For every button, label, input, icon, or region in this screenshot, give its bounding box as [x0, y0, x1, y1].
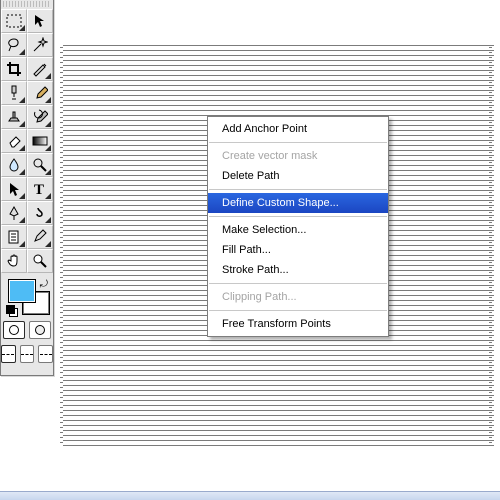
menu-item[interactable]: Delete Path	[208, 166, 388, 186]
zoom-tool[interactable]	[27, 249, 53, 273]
palette-grip[interactable]	[3, 1, 51, 7]
lasso-tool[interactable]	[1, 33, 27, 57]
menu-separator	[209, 142, 387, 143]
brush-tool[interactable]	[27, 81, 53, 105]
pen-tool[interactable]	[1, 201, 27, 225]
rect-marquee-tool[interactable]	[1, 9, 27, 33]
eyedropper-tool[interactable]	[27, 225, 53, 249]
standard-mode-button[interactable]	[3, 321, 25, 339]
context-menu[interactable]: Add Anchor Point Create vector maskDelete…	[207, 116, 389, 337]
mode-switch	[1, 321, 53, 339]
slice-tool[interactable]	[27, 57, 53, 81]
menu-item: Clipping Path...	[208, 287, 388, 307]
screen-mode-switch	[1, 345, 53, 363]
menu-item[interactable]: Stroke Path...	[208, 260, 388, 280]
swap-colors-icon[interactable]: ⤾	[40, 279, 48, 290]
magic-wand-tool[interactable]	[27, 33, 53, 57]
horizontal-lines-right-edge	[489, 47, 492, 445]
type-tool[interactable]: T	[27, 177, 53, 201]
move-tool[interactable]	[27, 9, 53, 33]
screen-mode-standard[interactable]	[1, 345, 16, 363]
menu-item[interactable]: Add Anchor Point	[208, 119, 388, 139]
horizontal-lines-left-edge	[60, 47, 63, 447]
default-colors-icon[interactable]	[6, 305, 18, 317]
history-brush-tool[interactable]	[27, 105, 53, 129]
menu-item[interactable]: Make Selection...	[208, 220, 388, 240]
path-selection-tool[interactable]	[1, 177, 27, 201]
tools-palette[interactable]: T ⤾	[0, 0, 54, 376]
notes-tool[interactable]	[1, 225, 27, 249]
quickmask-mode-button[interactable]	[29, 321, 51, 339]
screen-mode-full-menu[interactable]	[20, 345, 35, 363]
taskbar-edge	[0, 491, 500, 500]
healing-brush-tool[interactable]	[1, 81, 27, 105]
svg-text:T: T	[34, 182, 44, 197]
dodge-tool[interactable]	[27, 153, 53, 177]
menu-separator	[209, 283, 387, 284]
menu-separator	[209, 310, 387, 311]
clone-stamp-tool[interactable]	[1, 105, 27, 129]
menu-item: Create vector mask	[208, 146, 388, 166]
menu-item[interactable]: Define Custom Shape...	[208, 193, 388, 213]
screen-mode-full[interactable]	[38, 345, 53, 363]
eraser-tool[interactable]	[1, 129, 27, 153]
hand-tool[interactable]	[1, 249, 27, 273]
foreground-color-swatch[interactable]	[8, 279, 36, 303]
menu-item[interactable]: Free Transform Points	[208, 314, 388, 334]
color-swatches[interactable]: ⤾	[4, 277, 50, 317]
crop-tool[interactable]	[1, 57, 27, 81]
menu-separator	[209, 189, 387, 190]
menu-item[interactable]: Fill Path...	[208, 240, 388, 260]
gradient-tool[interactable]	[27, 129, 53, 153]
menu-separator	[209, 216, 387, 217]
blur-tool[interactable]	[1, 153, 27, 177]
custom-shape-tool[interactable]	[27, 201, 53, 225]
